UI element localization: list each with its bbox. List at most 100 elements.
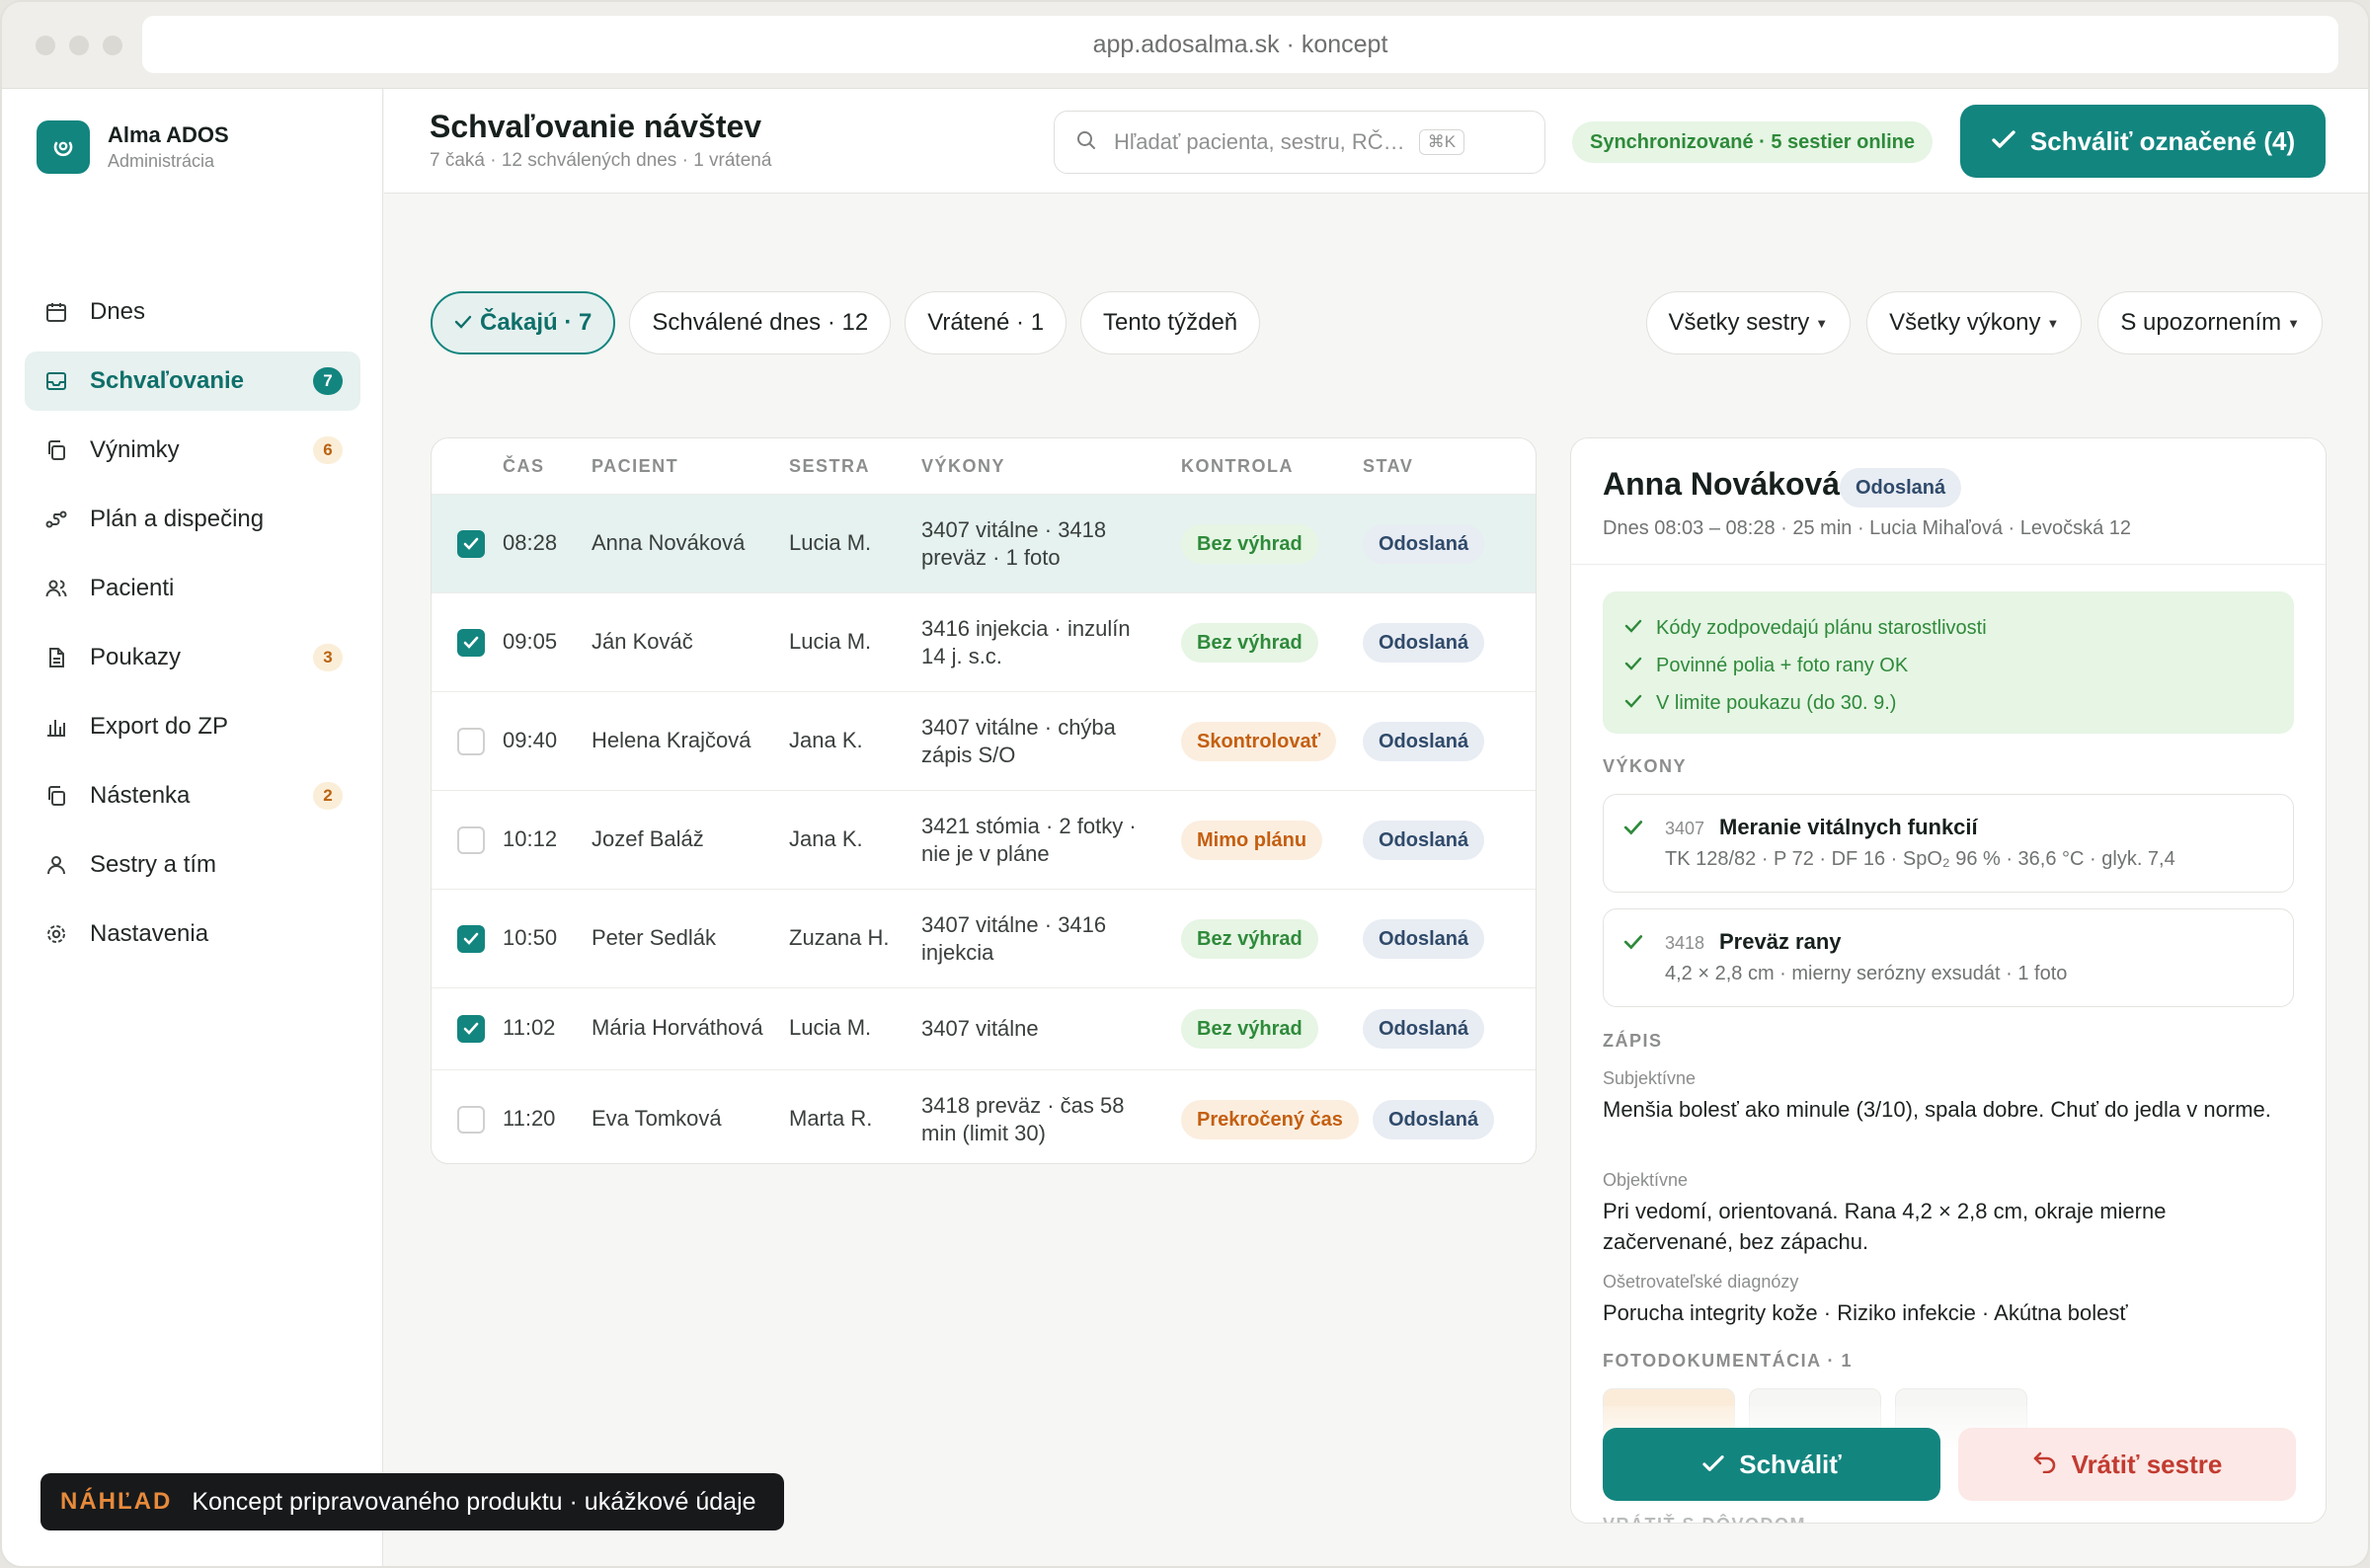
visits-table: ČAS PACIENT SESTRA VÝKONY KONTROLA STAV … — [431, 437, 1537, 1164]
table-row[interactable]: 11:20 Eva Tomková Marta R. 3418 preväz ·… — [432, 1070, 1536, 1163]
nurse-name: Lucia M. — [789, 530, 872, 555]
patient-name: Helena Krajčová — [592, 728, 751, 752]
url-bar[interactable]: app.adosalma.sk · koncept — [142, 16, 2338, 73]
sidebar: Alma ADOS Administrácia Dnes Schvaľovani… — [2, 89, 383, 1566]
check-badge: Mimo plánu — [1181, 821, 1323, 860]
browser-chrome: app.adosalma.sk · koncept — [2, 2, 2368, 89]
patient-name: Eva Tomková — [592, 1106, 722, 1131]
row-checkbox[interactable] — [457, 925, 485, 953]
sidebar-item-nastavenia[interactable]: Nastavenia — [25, 904, 360, 964]
tab-vratene[interactable]: Vrátené · 1 — [905, 291, 1067, 354]
table-row[interactable]: 11:02 Mária Horváthová Lucia M. 3407 vit… — [432, 988, 1536, 1070]
caret-down-icon: ▼ — [2287, 315, 2300, 331]
filter-dropdowns: Všetky sestry ▼ Všetky výkony ▼ S upozorne… — [1645, 291, 2323, 354]
procedures-text: 3407 vitálne · 3416 injekcia — [921, 912, 1107, 965]
tab-cakaju[interactable]: Čakajú · 7 — [431, 291, 616, 354]
row-checkbox[interactable] — [457, 629, 485, 657]
section-heading-record: ZÁPIS — [1603, 1031, 1663, 1051]
table-row[interactable]: 10:12 Jozef Baláž Jana K. 3421 stómia · … — [432, 791, 1536, 890]
procedure-card[interactable]: 3418 Preväz rany 4,2 × 2,8 cm · mierny s… — [1603, 908, 2294, 1007]
subjective-text: Menšia bolesť ako minule (3/10), spala d… — [1603, 1097, 2271, 1122]
check-badge: Bez výhrad — [1181, 1009, 1318, 1049]
brand[interactable]: Alma ADOS Administrácia — [37, 120, 229, 174]
column-header-patient[interactable]: PACIENT — [592, 456, 678, 477]
sidebar-item-pacienti[interactable]: Pacienti — [25, 559, 360, 618]
sidebar-item-label: Schvaľovanie — [90, 367, 244, 394]
dropdown-label: S upozornením — [2120, 309, 2282, 336]
sidebar-item-vynimky[interactable]: Výnimky 6 — [25, 421, 360, 480]
visit-time: 09:40 — [503, 728, 558, 752]
count-badge: 7 — [313, 367, 343, 395]
approve-selected-button[interactable]: Schváliť označené (4) — [1960, 105, 2326, 178]
check-badge: Bez výhrad — [1181, 524, 1318, 564]
search-input[interactable]: Hľadať pacienta, sestru, RČ… ⌘K — [1054, 111, 1545, 174]
preview-tag: NÁHĽAD — [60, 1488, 173, 1515]
minimize-window-dot[interactable] — [69, 36, 89, 55]
approve-button[interactable]: Schváliť — [1603, 1428, 1940, 1501]
brand-logo-icon — [37, 120, 90, 174]
table-row[interactable]: 10:50 Peter Sedlák Zuzana H. 3407 vitáln… — [432, 890, 1536, 988]
visit-time: 10:12 — [503, 826, 558, 851]
visit-time: 10:50 — [503, 925, 558, 950]
nurse-name: Zuzana H. — [789, 925, 890, 950]
tab-label: Schválené dnes · 12 — [652, 309, 869, 336]
patient-name: Jozef Baláž — [592, 826, 704, 851]
table-row[interactable]: 09:05 Ján Kováč Lucia M. 3416 injekcia ·… — [432, 593, 1536, 692]
nurse-filter-dropdown[interactable]: Všetky sestry ▼ — [1645, 291, 1852, 354]
dropdown-label: Všetky sestry — [1668, 309, 1810, 336]
column-header-nurse[interactable]: SESTRA — [789, 456, 870, 477]
row-checkbox[interactable] — [457, 1015, 485, 1043]
procedures-text: 3407 vitálne · 3418 preväz · 1 foto — [921, 517, 1107, 570]
sidebar-item-schvalovanie[interactable]: Schvaľovanie 7 — [25, 352, 360, 411]
warning-filter-dropdown[interactable]: S upozornením ▼ — [2097, 291, 2323, 354]
nurse-name: Marta R. — [789, 1106, 873, 1131]
row-checkbox[interactable] — [457, 826, 485, 854]
status-badge: Odoslaná — [1373, 1100, 1495, 1139]
sidebar-item-label: Nástenka — [90, 782, 191, 809]
section-heading-photos: FOTODOKUMENTÁCIA · 1 — [1603, 1351, 1853, 1371]
procedures-text: 3421 stómia · 2 fotky · nie je v pláne — [921, 814, 1137, 866]
tab-label: Tento týždeň — [1103, 309, 1238, 336]
table-row[interactable]: 09:40 Helena Krajčová Jana K. 3407 vitál… — [432, 692, 1536, 791]
sidebar-item-sestry[interactable]: Sestry a tím — [25, 835, 360, 895]
column-header-check[interactable]: KONTROLA — [1181, 456, 1294, 477]
sidebar-item-poukazy[interactable]: Poukazy 3 — [25, 628, 360, 687]
column-header-status[interactable]: STAV — [1363, 456, 1413, 477]
search-icon — [1074, 128, 1098, 157]
nurse-name: Jana K. — [789, 728, 863, 752]
tab-tento-tyzden[interactable]: Tento týždeň — [1080, 291, 1261, 354]
maximize-window-dot[interactable] — [103, 36, 122, 55]
check-item: Povinné polia + foto rany OK — [1624, 647, 2272, 684]
sidebar-item-label: Plán a dispečing — [90, 506, 265, 532]
row-checkbox[interactable] — [457, 1106, 485, 1134]
visit-time: 11:02 — [503, 1015, 556, 1040]
inbox-icon — [42, 367, 70, 395]
visit-detail-panel: Anna Nováková Odoslaná Dnes 08:03 – 08:2… — [1570, 437, 2327, 1524]
procedure-card[interactable]: 3407 Meranie vitálnych funkcií TK 128/82… — [1603, 794, 2294, 893]
preview-text: Koncept pripravovaného produktu · ukážko… — [192, 1487, 756, 1516]
tab-schvalene-dnes[interactable]: Schválené dnes · 12 — [629, 291, 892, 354]
column-header-time[interactable]: ČAS — [503, 456, 545, 477]
sidebar-item-dnes[interactable]: Dnes — [25, 282, 360, 342]
sidebar-item-export[interactable]: Export do ZP — [25, 697, 360, 756]
sidebar-item-nastenka[interactable]: Nástenka 2 — [25, 766, 360, 825]
diagnoses-label: Ošetrovateľské diagnózy — [1603, 1272, 1799, 1292]
procedure-filter-dropdown[interactable]: Všetky výkony ▼ — [1866, 291, 2083, 354]
count-badge: 6 — [313, 436, 343, 464]
detail-meta: Dnes 08:03 – 08:28 · 25 min · Lucia Miha… — [1603, 517, 2132, 539]
column-header-procedures[interactable]: VÝKONY — [921, 456, 1005, 477]
check-icon — [1624, 692, 1642, 715]
sidebar-nav: Dnes Schvaľovanie 7 Výnimky 6 Plán a dis… — [25, 282, 360, 974]
check-text: Povinné polia + foto rany OK — [1656, 654, 1909, 676]
return-to-nurse-button[interactable]: Vrátiť sestre — [1958, 1428, 2296, 1501]
approve-selected-label: Schváliť označené (4) — [2029, 125, 2296, 156]
check-item: Kódy zodpovedajú plánu starostlivosti — [1624, 609, 2272, 647]
table-row[interactable]: 08:28 Anna Nováková Lucia M. 3407 vitáln… — [432, 495, 1536, 593]
sidebar-item-plan[interactable]: Plán a dispečing — [25, 490, 360, 549]
close-window-dot[interactable] — [36, 36, 55, 55]
procedures-text: 3418 preväz · čas 58 min (limit 30) — [921, 1093, 1125, 1145]
preview-banner: NÁHĽAD Koncept pripravovaného produktu ·… — [40, 1473, 784, 1530]
row-checkbox[interactable] — [457, 728, 485, 755]
document-icon — [42, 644, 70, 671]
row-checkbox[interactable] — [457, 530, 485, 558]
